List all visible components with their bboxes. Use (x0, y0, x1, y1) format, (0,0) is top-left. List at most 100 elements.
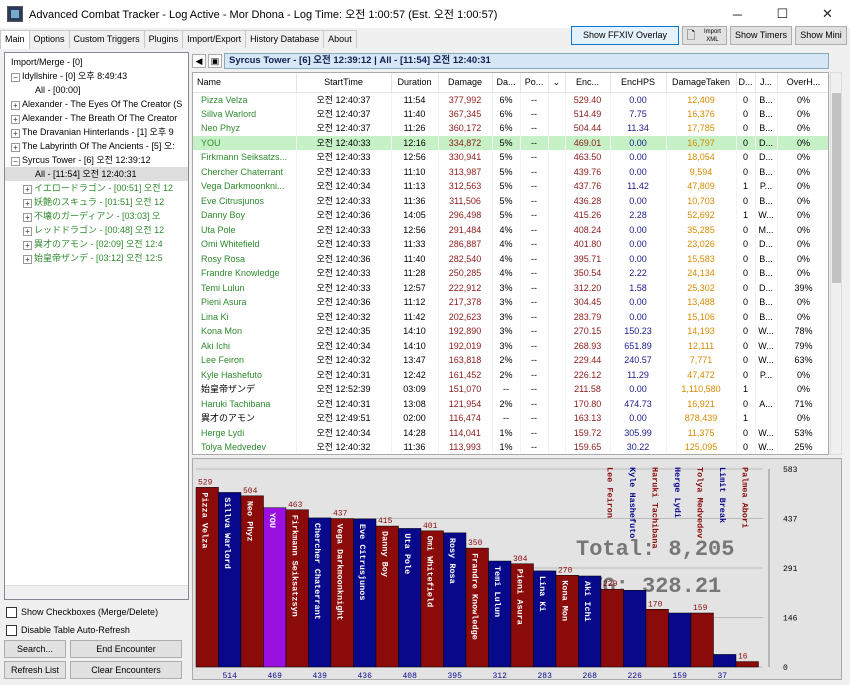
tree-horizontal-scrollbar[interactable] (5, 585, 188, 599)
show-checkboxes-checkbox[interactable] (6, 606, 17, 618)
column-header[interactable]: Name (193, 73, 297, 93)
column-header[interactable]: EncHPS (610, 73, 667, 93)
table-cell: 71% (777, 396, 828, 411)
scrollbar-thumb[interactable] (832, 93, 841, 283)
table-row[interactable]: YOU 오전 12:40:33 12:16 334,872 5% -- 469.01 0.00… (193, 135, 828, 150)
show-mini-button[interactable]: Show Mini (795, 26, 847, 45)
table-row[interactable]: Lee Feiron 오전 12:40:32 13:47 163,818 2% -- 229… (193, 353, 828, 368)
tree-item[interactable]: + The Dravanian Hinterlands - [1] 오후 9 (5, 125, 188, 139)
column-header[interactable]: D... (736, 73, 756, 93)
table-row[interactable]: Rosy Rosa 오전 12:40:36 11:40 282,540 4% -- 395.… (193, 251, 828, 266)
tree-item[interactable]: + 始皇帝ザンデ - [03:12] 오전 12:5 (5, 251, 188, 265)
expand-icon[interactable]: + (23, 199, 32, 208)
clear-encounters-button[interactable]: Clear Encounters (70, 661, 182, 679)
minimize-button[interactable]: ─ (715, 0, 760, 28)
table-row[interactable]: Vega Darkmoonkni... 오전 12:40:34 11:13 312,5… (193, 179, 828, 194)
graph-toggle-icon[interactable]: ▣ (208, 53, 222, 68)
table-row[interactable]: Sillva Warlord 오전 12:40:37 11:40 367,345 6% -… (193, 106, 828, 121)
tab-plugins[interactable]: Plugins (143, 30, 184, 48)
table-row[interactable]: Chercher Chaterrant 오전 12:40:33 11:10 313,9… (193, 164, 828, 179)
column-header[interactable]: Duration (391, 73, 439, 93)
tab-custom-triggers[interactable]: Custom Triggers (68, 30, 145, 48)
tab-main[interactable]: Main (0, 30, 30, 49)
tree-item[interactable]: + 妖艶のスキュラ - [01:51] 오전 12 (5, 195, 188, 209)
column-header[interactable]: StartTime (296, 73, 392, 93)
table-row[interactable]: Pizza Velza 오전 12:40:37 11:54 377,992 6% -- 52… (193, 92, 828, 107)
show-checkboxes-option[interactable]: Show Checkboxes (Merge/Delete) (6, 605, 158, 619)
tab-history-database[interactable]: History Database (245, 30, 325, 48)
tree-item[interactable]: + 異才のアモン - [02:09] 오전 12:4 (5, 237, 188, 251)
tab-options[interactable]: Options (28, 30, 70, 48)
table-vertical-scrollbar[interactable] (830, 72, 842, 455)
table-row[interactable]: Eve Citrusjunos 오전 12:40:33 11:36 311,506 5%… (193, 193, 828, 208)
expand-icon[interactable]: + (11, 115, 20, 124)
table-row[interactable]: Temi Lulun 오전 12:40:33 12:57 222,912 3% -- 312… (193, 280, 828, 295)
show-ffxiv-overlay-button[interactable]: Show FFXIV Overlay (571, 26, 679, 45)
column-header[interactable]: ⌄ (548, 73, 566, 93)
expand-icon[interactable]: + (23, 213, 32, 222)
tree-item[interactable]: + Alexander - The Breath Of The Creator (5, 111, 188, 125)
table-row[interactable]: Kyle Hashefuto 오전 12:40:31 12:42 161,452 2% -… (193, 367, 828, 382)
expand-icon[interactable]: + (11, 143, 20, 152)
expand-icon[interactable]: + (11, 129, 20, 138)
combatant-table[interactable]: Name StartTime Duration Damage Da... Po... ⌄ En… (192, 72, 829, 455)
tree-item[interactable]: + The Labyrinth Of The Ancients - [5] 오: (5, 139, 188, 153)
tab-import-export[interactable]: Import/Export (182, 30, 247, 48)
tree-item[interactable]: All - [00:00] (5, 83, 188, 97)
table-cell: 0.00 (610, 164, 667, 179)
column-header[interactable]: Enc... (565, 73, 611, 93)
tree-item[interactable]: + レッドドラゴン - [00:48] 오전 12 (5, 223, 188, 237)
tree-item[interactable]: + イエロードラゴン - [00:51] 오전 12 (5, 181, 188, 195)
table-cell: Danny Boy (193, 208, 297, 223)
show-timers-button[interactable]: Show Timers (730, 26, 792, 45)
table-row[interactable]: Uta Pole 오전 12:40:33 12:56 291,484 4% -- 408.2… (193, 222, 828, 237)
import-xml-button[interactable]: 🗋 Import XML (682, 26, 727, 45)
column-header[interactable]: Da... (492, 73, 521, 93)
disable-auto-refresh-checkbox[interactable] (6, 624, 17, 636)
column-header[interactable]: OverH... (777, 73, 828, 93)
collapse-icon[interactable]: − (11, 73, 20, 82)
table-row[interactable]: Frandre Knowledge 오전 12:40:33 11:28 250,285… (193, 266, 828, 281)
close-button[interactable]: ✕ (805, 0, 850, 28)
table-row[interactable]: Kona Mon 오전 12:40:35 14:10 192,890 3% -- 270.1… (193, 324, 828, 339)
table-row[interactable]: Haruki Tachibana 오전 12:40:31 13:08 121,954 2… (193, 396, 828, 411)
back-arrow-icon[interactable]: ◀ (192, 53, 206, 68)
expand-icon[interactable]: + (23, 227, 32, 236)
table-row[interactable]: Pieni Asura 오전 12:40:36 11:12 217,378 3% -- 30… (193, 295, 828, 310)
table-cell: 0 (736, 425, 756, 440)
tree-item[interactable]: − Syrcus Tower - [6] 오전 12:39:12 (5, 153, 188, 167)
table-row[interactable]: Neo Phyz 오전 12:40:37 11:26 360,172 6% -- 504.4… (193, 121, 828, 136)
search-button[interactable]: Search... (4, 640, 66, 658)
table-row[interactable]: 異才のアモン 오전 12:49:51 02:00 116,474 -- -- 163.13 0… (193, 411, 828, 426)
table-row[interactable]: Omi Whitefield 오전 12:40:33 11:33 286,887 4% -… (193, 237, 828, 252)
maximize-button[interactable]: ☐ (760, 0, 805, 28)
table-row[interactable]: Aki Ichi 오전 12:40:34 14:10 192,019 3% -- 268.9… (193, 338, 828, 353)
tree-item[interactable]: + Alexander - The Eyes Of The Creator (S (5, 97, 188, 111)
table-row[interactable]: Lina Ki 오전 12:40:32 11:42 202,623 3% -- 283.79… (193, 309, 828, 324)
table-row[interactable]: 始皇帝ザンデ 오전 12:52:39 03:09 151,070 -- -- 211.58 0… (193, 382, 828, 397)
expand-icon[interactable]: + (23, 255, 32, 264)
tree-item[interactable]: All - [11:54] 오전 12:40:31 (5, 167, 188, 181)
tree-item[interactable]: − Idyllshire - [0] 오후 8:49:43 (5, 69, 188, 83)
refresh-list-button[interactable]: Refresh List (4, 661, 66, 679)
table-row[interactable]: Tolya Medvedev 오전 12:40:32 11:36 113,993 1% -… (193, 440, 828, 454)
expand-icon[interactable]: + (11, 101, 20, 110)
column-header[interactable]: Po... (520, 73, 549, 93)
disable-auto-refresh-option[interactable]: Disable Table Auto-Refresh (6, 623, 130, 637)
table-row[interactable]: Danny Boy 오전 12:40:36 14:05 296,498 5% -- 415.… (193, 208, 828, 223)
column-header[interactable]: Damage (438, 73, 493, 93)
tree-item[interactable]: Import/Merge - [0] (5, 55, 188, 69)
tree-item[interactable]: + 不壊のガーディアン - [03:03] 오 (5, 209, 188, 223)
expand-icon[interactable]: + (23, 241, 32, 250)
bar-value-label: 401 (423, 522, 438, 531)
y-tick-label: 583 (783, 466, 798, 475)
tab-about[interactable]: About (323, 30, 357, 48)
collapse-icon[interactable]: − (11, 157, 20, 166)
table-row[interactable]: Herge Lydi 오전 12:40:34 14:28 114,041 1% -- 159… (193, 425, 828, 440)
expand-icon[interactable]: + (23, 185, 32, 194)
column-header[interactable]: DamageTaken (666, 73, 737, 93)
encounter-tree[interactable]: Import/Merge - [0] − Idyllshire - [0] 오후 8… (4, 52, 189, 600)
end-encounter-button[interactable]: End Encounter (70, 640, 182, 658)
table-row[interactable]: Firkmann Seiksatzs... 오전 12:40:33 12:56 330… (193, 150, 828, 165)
column-header[interactable]: J... (755, 73, 778, 93)
